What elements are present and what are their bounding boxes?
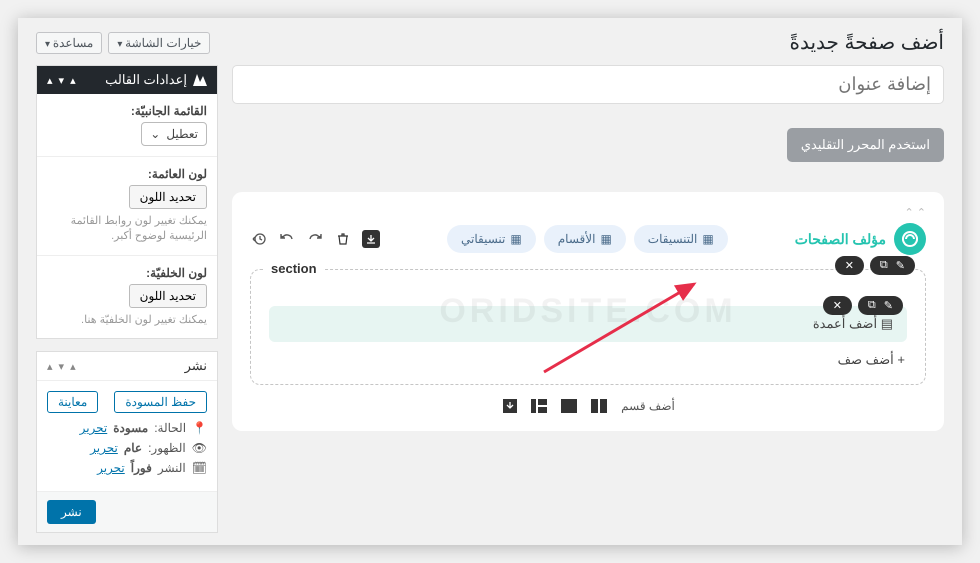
- bg-color-button[interactable]: تحديد اللون: [129, 284, 207, 308]
- edit-icon[interactable]: ✎: [884, 299, 893, 312]
- layout-1col-icon[interactable]: [561, 399, 577, 413]
- chevron-up-icon[interactable]: ▴: [47, 360, 53, 373]
- chevron-up-icon[interactable]: ▴: [70, 360, 76, 373]
- classic-editor-button[interactable]: استخدم المحرر التقليدي: [787, 128, 944, 162]
- edit-status-link[interactable]: تحرير: [80, 421, 108, 435]
- grid-icon: ▦: [600, 232, 611, 246]
- trash-icon[interactable]: [334, 230, 352, 248]
- my-layouts-button[interactable]: ▦ تنسيقاتي: [447, 225, 536, 253]
- add-columns-button[interactable]: ▤ أضف أعمدة: [269, 306, 907, 342]
- layouts-button[interactable]: ▦ التنسيقات: [634, 225, 728, 253]
- copy-icon[interactable]: ⧉: [868, 299, 876, 312]
- floating-hint: يمكنك تغيير لون روابط القائمة الرئيسية ل…: [47, 214, 207, 245]
- bg-hint: يمكنك تغيير لون الخلفيّة هنا.: [47, 313, 207, 328]
- grid-icon: ▦: [510, 232, 521, 246]
- download-icon[interactable]: [362, 230, 380, 248]
- screen-options-button[interactable]: خيارات الشاشة: [108, 32, 210, 54]
- floating-color-button[interactable]: تحديد اللون: [129, 185, 207, 209]
- eye-icon: 👁: [192, 441, 207, 455]
- floating-color-label: لون العائمة:: [47, 167, 207, 181]
- add-row-button[interactable]: + أضف صف: [269, 348, 907, 372]
- grid-icon: ▦: [702, 232, 713, 246]
- chevron-down-icon: ⌄: [150, 127, 160, 141]
- row-close[interactable]: ✕: [823, 296, 852, 315]
- publish-button[interactable]: نشر: [47, 500, 96, 524]
- preview-button[interactable]: معاينة: [47, 391, 98, 413]
- help-button[interactable]: مساعدة: [36, 32, 102, 54]
- brand-icon: [894, 223, 926, 255]
- close-icon[interactable]: ✕: [833, 299, 842, 312]
- theme-icon: [193, 74, 207, 86]
- side-menu-label: القائمة الجانبيّة:: [47, 104, 207, 118]
- chevron-down-icon[interactable]: ▾: [59, 360, 65, 373]
- row-controls[interactable]: ✎ ⧉: [858, 296, 903, 315]
- stack-icon: ▤: [881, 316, 893, 331]
- add-section-label[interactable]: أضف قسم: [621, 399, 675, 413]
- sections-button[interactable]: ▦ الأقسام: [544, 225, 626, 253]
- edit-publish-link[interactable]: تحرير: [97, 461, 125, 475]
- calendar-icon: 🗓: [192, 461, 207, 475]
- close-icon[interactable]: ✕: [845, 259, 854, 272]
- chevron-down-icon[interactable]: ▾: [59, 74, 65, 87]
- save-draft-button[interactable]: حفظ المسودة: [114, 391, 207, 413]
- undo-icon[interactable]: [278, 230, 296, 248]
- bg-color-label: لون الخلفيّة:: [47, 266, 207, 280]
- chevron-up-icon[interactable]: ▴: [47, 74, 53, 87]
- copy-icon[interactable]: ⧉: [880, 259, 888, 272]
- layout-download-icon[interactable]: [501, 399, 517, 413]
- page-title: أضف صفحةً جديدةً: [790, 30, 945, 55]
- layout-sidebar-icon[interactable]: [531, 399, 547, 413]
- composer-brand-label: مؤلف الصفحات: [795, 231, 886, 248]
- publish-header[interactable]: نشر ▴ ▾ ▴: [37, 352, 217, 381]
- history-icon[interactable]: [250, 230, 268, 248]
- redo-icon[interactable]: [306, 230, 324, 248]
- theme-settings-header[interactable]: إعدادات القالب ▴ ▾ ▴: [37, 66, 217, 94]
- layout-2col-icon[interactable]: [591, 399, 607, 413]
- section-controls[interactable]: ✎ ⧉: [870, 256, 915, 275]
- section-label: section: [265, 261, 323, 276]
- collapse-toggle[interactable]: ⌃ ⌃: [250, 206, 926, 219]
- pin-icon: 📍: [192, 421, 207, 435]
- side-menu-select[interactable]: تعطيل ⌄: [141, 122, 207, 146]
- edit-visibility-link[interactable]: تحرير: [90, 441, 118, 455]
- section-close[interactable]: ✕: [835, 256, 864, 275]
- chevron-up-icon[interactable]: ▴: [70, 74, 76, 87]
- title-input[interactable]: [232, 65, 944, 104]
- edit-icon[interactable]: ✎: [896, 259, 905, 272]
